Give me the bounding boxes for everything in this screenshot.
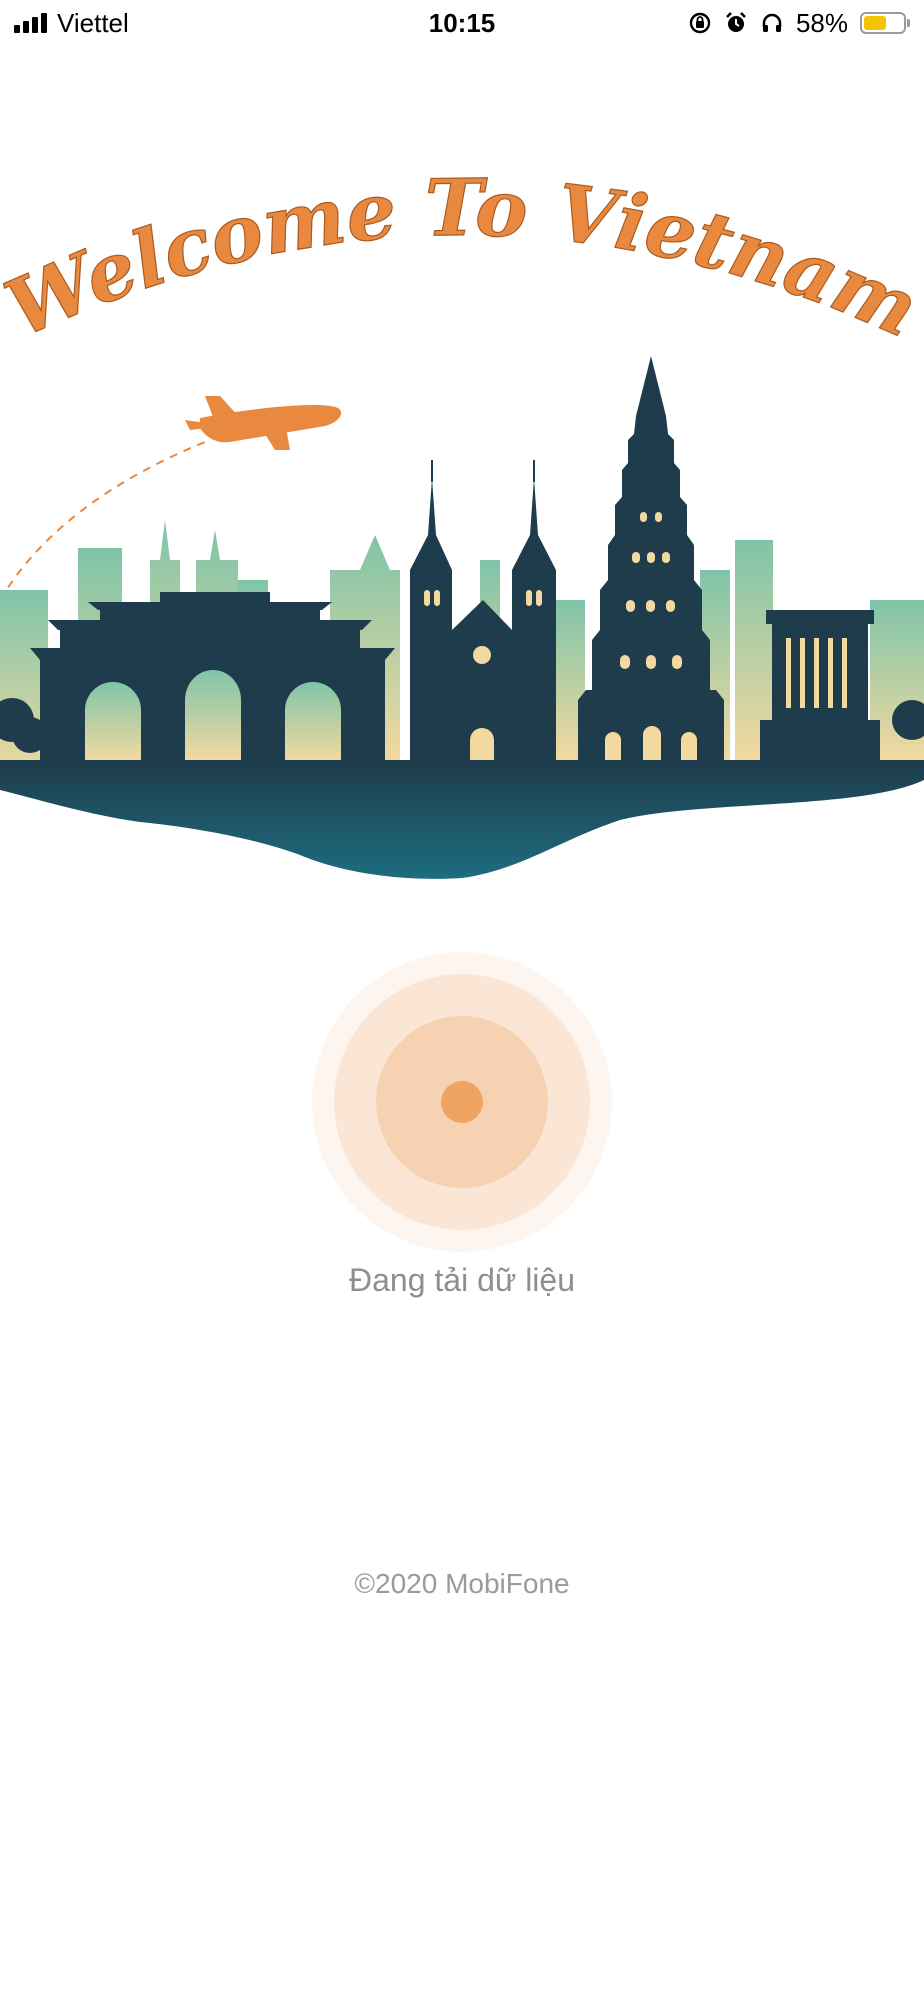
copyright-text: ©2020 MobiFone [354,1568,570,1599]
loading-spinner [312,952,612,1252]
mausoleum [760,610,880,760]
carrier-name: Viettel [57,7,129,38]
loader-dot [441,1081,483,1123]
battery-icon [860,12,910,34]
welcome-illustration: Welcome To Vietnam [0,160,924,930]
cathedral [410,460,556,760]
battery-percent: 58% [795,7,848,38]
loading-text: Đang tải dữ liệu [349,1262,575,1298]
status-bar: Viettel 10:15 58% [0,0,924,46]
ground-water [0,760,924,879]
welcome-title: Welcome To Vietnam [0,163,924,356]
headphones-icon [760,11,784,35]
rotation-lock-icon [688,11,712,35]
status-left: Viettel [0,8,129,39]
vietnam-skyline-illustration: Welcome To Vietnam [0,162,924,879]
signal-icon [14,13,47,33]
alarm-icon [724,11,748,35]
status-right: 58% [688,8,924,39]
airplane-icon [185,396,342,450]
